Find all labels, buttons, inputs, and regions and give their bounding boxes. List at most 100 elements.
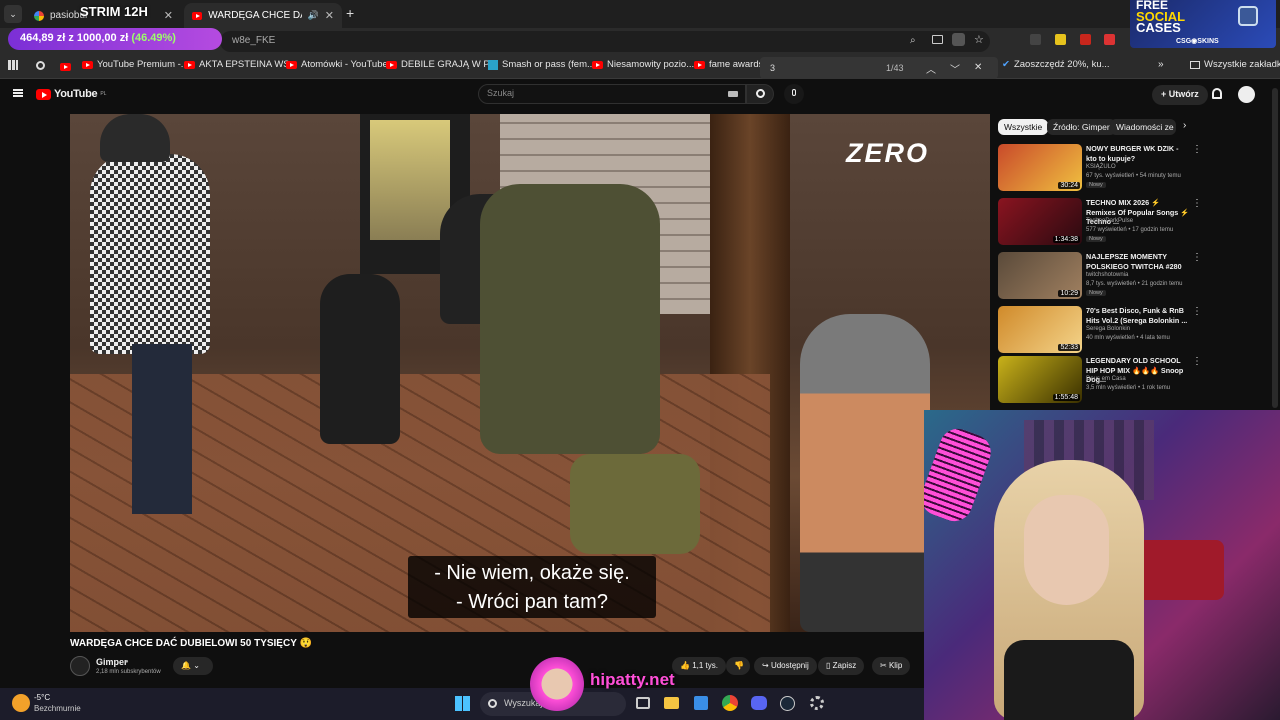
video-thumbnail: 1:55:48 bbox=[998, 356, 1082, 403]
video-player[interactable]: ZERO bbox=[70, 114, 990, 632]
keyboard-icon[interactable] bbox=[728, 91, 738, 97]
chevron-right-icon[interactable]: › bbox=[1183, 120, 1186, 131]
goal-percent: (46.49%) bbox=[131, 32, 176, 44]
subtitle-line: - Wróci pan tam? bbox=[456, 591, 608, 613]
notification-bell-button[interactable]: 🔔 ⌄ bbox=[173, 657, 213, 675]
promo-brand: CSG◉SKINS bbox=[1176, 38, 1219, 45]
speaker-icon[interactable]: 🔊 bbox=[308, 10, 319, 21]
avatar[interactable] bbox=[1238, 86, 1255, 103]
clip-button[interactable]: ✂ Klip bbox=[872, 657, 911, 675]
settings-gear-icon[interactable] bbox=[810, 696, 824, 710]
recommendation-item[interactable]: 30:24 NOWY BURGER WK DZIK - kto to kupuj… bbox=[998, 144, 1268, 194]
youtube-favicon-icon bbox=[286, 60, 297, 69]
duration-badge: 1:34:38 bbox=[1052, 236, 1080, 243]
like-button[interactable]: 👍 1,1 tys. bbox=[672, 657, 726, 675]
windows-start-icon[interactable] bbox=[455, 696, 470, 711]
recommendation-item[interactable]: 1:34:38 TECHNO MIX 2026 ⚡ Remixes Of Pop… bbox=[998, 198, 1268, 248]
reading-mode-icon[interactable] bbox=[952, 33, 965, 46]
find-count: 1/43 bbox=[886, 63, 904, 73]
apps-grid-icon[interactable] bbox=[8, 60, 18, 70]
bookmark-item[interactable]: Niesamowity pozio... bbox=[592, 59, 694, 70]
weather-icon[interactable] bbox=[12, 694, 30, 712]
notifications-bell-icon[interactable] bbox=[1212, 88, 1222, 99]
youtube-favicon-icon bbox=[694, 60, 705, 69]
tab-wardega[interactable]: WARDĘGA CHCE DAĆ DUBI 🔊 ✕ bbox=[184, 3, 342, 28]
bookmark-item[interactable]: fame awards - bbox=[694, 59, 769, 70]
chip-source[interactable]: Źródło: Gimper bbox=[1047, 119, 1116, 135]
extension-icon[interactable] bbox=[1080, 34, 1091, 45]
github-icon[interactable] bbox=[36, 61, 45, 70]
close-tab-icon[interactable]: ✕ bbox=[325, 9, 334, 22]
menu-icon[interactable] bbox=[13, 89, 23, 97]
video-thumbnail: 52:33 bbox=[998, 306, 1082, 353]
find-prev-icon[interactable]: ︿ bbox=[926, 61, 936, 76]
youtube-logo[interactable]: YouTube PL bbox=[36, 88, 106, 100]
microphone-icon[interactable] bbox=[784, 84, 804, 104]
youtube-logo-text: YouTube bbox=[54, 88, 98, 100]
bookmark-item[interactable]: ✔ Zaoszczędź 20%, ku... bbox=[1002, 59, 1110, 70]
find-bar: 3 1/43 ︿ ﹀ ✕ bbox=[760, 57, 998, 79]
task-view-icon[interactable] bbox=[636, 697, 650, 709]
more-options-icon[interactable]: ⋮ bbox=[1192, 144, 1202, 155]
bookmark-label: Niesamowity pozio... bbox=[607, 59, 695, 70]
find-next-icon[interactable]: ﹀ bbox=[950, 61, 960, 76]
more-options-icon[interactable]: ⋮ bbox=[1192, 198, 1202, 209]
more-options-icon[interactable]: ⋮ bbox=[1192, 306, 1202, 317]
more-options-icon[interactable]: ⋮ bbox=[1192, 356, 1202, 367]
zoom-icon[interactable]: ⌕ bbox=[910, 35, 916, 46]
youtube-bookmark-icon[interactable] bbox=[60, 63, 71, 71]
save-button[interactable]: ▯ Zapisz bbox=[818, 657, 865, 675]
search-button[interactable] bbox=[746, 84, 774, 104]
google-icon bbox=[34, 10, 44, 21]
backpack bbox=[570, 454, 700, 554]
file-explorer-icon[interactable] bbox=[664, 697, 679, 709]
chrome-icon[interactable] bbox=[722, 695, 738, 711]
image-favicon-icon bbox=[488, 59, 498, 70]
extension-icon[interactable] bbox=[1030, 34, 1041, 45]
streamer-webcam bbox=[924, 410, 1280, 720]
steam-icon[interactable] bbox=[780, 696, 795, 711]
bookmark-label: DEBILE GRAJĄ W P... bbox=[401, 59, 497, 70]
recommendation-item[interactable]: 52:33 70's Best Disco, Funk & RnB Hits V… bbox=[998, 306, 1268, 356]
find-input[interactable]: 3 bbox=[770, 63, 775, 73]
recommendation-item[interactable]: 1:55:48 LEGENDARY OLD SCHOOL HIP HOP MIX… bbox=[998, 356, 1268, 406]
scrollbar[interactable] bbox=[1272, 88, 1278, 408]
chip-news[interactable]: Wiadomości ze ś bbox=[1110, 119, 1176, 135]
chip-all[interactable]: Wszystkie bbox=[998, 119, 1049, 135]
find-close-icon[interactable]: ✕ bbox=[974, 62, 982, 73]
channel-name[interactable]: Gimper bbox=[96, 657, 128, 667]
channel-logo: ZERO bbox=[846, 138, 930, 168]
new-tab-button[interactable]: + bbox=[346, 5, 354, 21]
bookmark-item[interactable]: DEBILE GRAJĄ W P... bbox=[386, 59, 496, 70]
url-field[interactable]: w8e_FKE bbox=[220, 31, 990, 52]
bookmark-item[interactable]: YouTube Premium -... bbox=[82, 59, 189, 70]
bookmark-item[interactable]: Smash or pass (fem... bbox=[488, 59, 595, 70]
dislike-button[interactable]: 👎 bbox=[726, 657, 750, 675]
create-button[interactable]: + Utwórz bbox=[1152, 85, 1208, 105]
search-input[interactable]: Szukaj bbox=[478, 84, 746, 104]
recommendation-meta: 3,5 mln wyświetleń • 1 rok temu bbox=[1086, 385, 1171, 391]
close-tab-icon[interactable]: ✕ bbox=[164, 9, 173, 22]
discord-icon[interactable] bbox=[751, 696, 767, 710]
bookmark-star-icon[interactable]: ☆ bbox=[974, 33, 984, 46]
more-options-icon[interactable]: ⋮ bbox=[1192, 252, 1202, 263]
channel-avatar[interactable] bbox=[70, 656, 90, 676]
bookmark-item[interactable]: AKTA EPSTEINA WS... bbox=[184, 59, 298, 70]
search-icon bbox=[756, 89, 765, 98]
recommendation-item[interactable]: 10:29 NAJLEPSZE MOMENTY POLSKIEGO TWITCH… bbox=[998, 252, 1268, 302]
goal-separator: z bbox=[68, 32, 74, 44]
streamer-face bbox=[1024, 495, 1109, 605]
share-button[interactable]: ↪ Udostępnij bbox=[754, 657, 817, 675]
all-bookmarks-button[interactable]: Wszystkie zakładki bbox=[1190, 59, 1280, 70]
bookmark-item[interactable]: Atomówki - YouTube bbox=[286, 59, 388, 70]
cast-icon[interactable] bbox=[932, 35, 943, 44]
more-bookmarks-icon[interactable]: » bbox=[1158, 59, 1164, 70]
extension-icon[interactable] bbox=[1055, 34, 1066, 45]
tab-list-button[interactable]: ⌄ bbox=[4, 5, 22, 23]
store-icon[interactable] bbox=[694, 696, 708, 710]
bookmark-icon: ▯ bbox=[826, 661, 831, 670]
extension-icon[interactable] bbox=[1104, 34, 1115, 45]
goal-current: 464,89 zł bbox=[20, 32, 66, 44]
recommendation-meta: 8,7 tys. wyświetleń • 21 godzin temu bbox=[1086, 281, 1183, 287]
stream-title: STRIM 12H bbox=[80, 4, 148, 19]
